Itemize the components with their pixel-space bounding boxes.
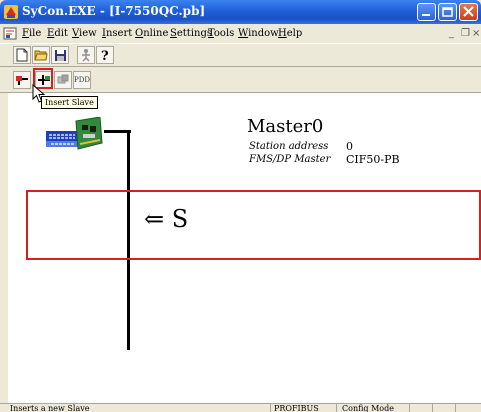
app-window: SyCon.EXE - [I-7550QC.pb] File Edit View… bbox=[0, 0, 481, 412]
status-message: Inserts a new Slave bbox=[10, 404, 90, 412]
menu-edit[interactable]: Edit bbox=[47, 28, 68, 39]
save-button[interactable] bbox=[51, 46, 69, 64]
station-address-value: 0 bbox=[346, 140, 353, 153]
save-disk-icon bbox=[54, 49, 66, 61]
network-toolbar: PDD bbox=[0, 67, 481, 93]
station-address-label: Station address bbox=[249, 141, 329, 152]
menu-help[interactable]: Help bbox=[278, 28, 302, 39]
insert-master-icon bbox=[16, 76, 28, 85]
menu-bar: File Edit View Insert Online Settings To… bbox=[0, 24, 481, 43]
menu-tools[interactable]: Tools bbox=[208, 28, 234, 39]
status-pane-mode: Config Mode bbox=[336, 404, 408, 412]
status-pane-4 bbox=[432, 404, 454, 412]
menu-insert[interactable]: Insert bbox=[102, 28, 132, 39]
person-icon bbox=[82, 49, 90, 62]
menu-settings[interactable]: Settings bbox=[170, 28, 212, 39]
help-question-icon: ? bbox=[101, 49, 109, 62]
master-name: Master0 bbox=[247, 116, 324, 137]
menu-window[interactable]: Window bbox=[238, 28, 279, 39]
mdi-minimize-button[interactable]: _ bbox=[449, 28, 454, 39]
maximize-button[interactable] bbox=[438, 3, 457, 21]
minimize-icon bbox=[422, 14, 430, 16]
insert-master-button[interactable] bbox=[13, 71, 31, 89]
mdi-restore-button[interactable]: ❐ bbox=[461, 28, 470, 39]
insert-slave-tooltip: Insert Slave bbox=[41, 96, 98, 109]
document-system-menu-icon[interactable] bbox=[3, 27, 17, 40]
tooltip-text: Insert Slave bbox=[45, 98, 94, 107]
sycon-app-icon bbox=[4, 5, 18, 19]
menu-online[interactable]: Online bbox=[135, 28, 168, 39]
status-bus: PROFIBUS bbox=[274, 404, 319, 412]
status-pane-bus: PROFIBUS bbox=[270, 404, 335, 412]
pdd-button[interactable]: PDD bbox=[73, 71, 91, 89]
copy-slave-button[interactable] bbox=[54, 71, 72, 89]
status-bar: Inserts a new Slave PROFIBUS Config Mode bbox=[0, 403, 481, 412]
new-button[interactable] bbox=[13, 46, 31, 64]
maximize-icon bbox=[442, 7, 453, 17]
slave-insert-area-highlight bbox=[26, 190, 481, 260]
close-icon bbox=[463, 6, 474, 17]
menu-view[interactable]: View bbox=[72, 28, 97, 39]
open-folder-icon bbox=[34, 50, 48, 61]
status-mode: Config Mode bbox=[342, 404, 394, 412]
mouse-cursor-icon bbox=[32, 84, 46, 103]
close-button[interactable] bbox=[459, 3, 478, 21]
status-pane-3 bbox=[409, 404, 431, 412]
master-type-label: FMS/DP Master bbox=[249, 154, 331, 165]
pdd-button-label: PDD bbox=[74, 76, 90, 84]
svg-text:?: ? bbox=[101, 49, 109, 62]
help-button[interactable]: ? bbox=[96, 46, 114, 64]
mdi-close-button[interactable]: × bbox=[472, 28, 480, 39]
copy-slave-icon bbox=[57, 74, 69, 84]
standard-toolbar: ? bbox=[0, 43, 481, 67]
status-pane-5 bbox=[455, 404, 481, 412]
master-type-value: CIF50-PB bbox=[346, 153, 400, 166]
title-bar[interactable]: SyCon.EXE - [I-7550QC.pb] bbox=[0, 0, 481, 24]
user-button[interactable] bbox=[77, 46, 95, 64]
annotation-arrow-label: ⇐ S bbox=[144, 205, 189, 233]
open-button[interactable] bbox=[32, 46, 50, 64]
new-document-icon bbox=[16, 48, 28, 62]
window-title: SyCon.EXE - [I-7550QC.pb] bbox=[22, 4, 206, 18]
profibus-card-icon[interactable] bbox=[46, 117, 104, 153]
menu-file[interactable]: File bbox=[22, 28, 41, 39]
minimize-button[interactable] bbox=[417, 3, 436, 21]
